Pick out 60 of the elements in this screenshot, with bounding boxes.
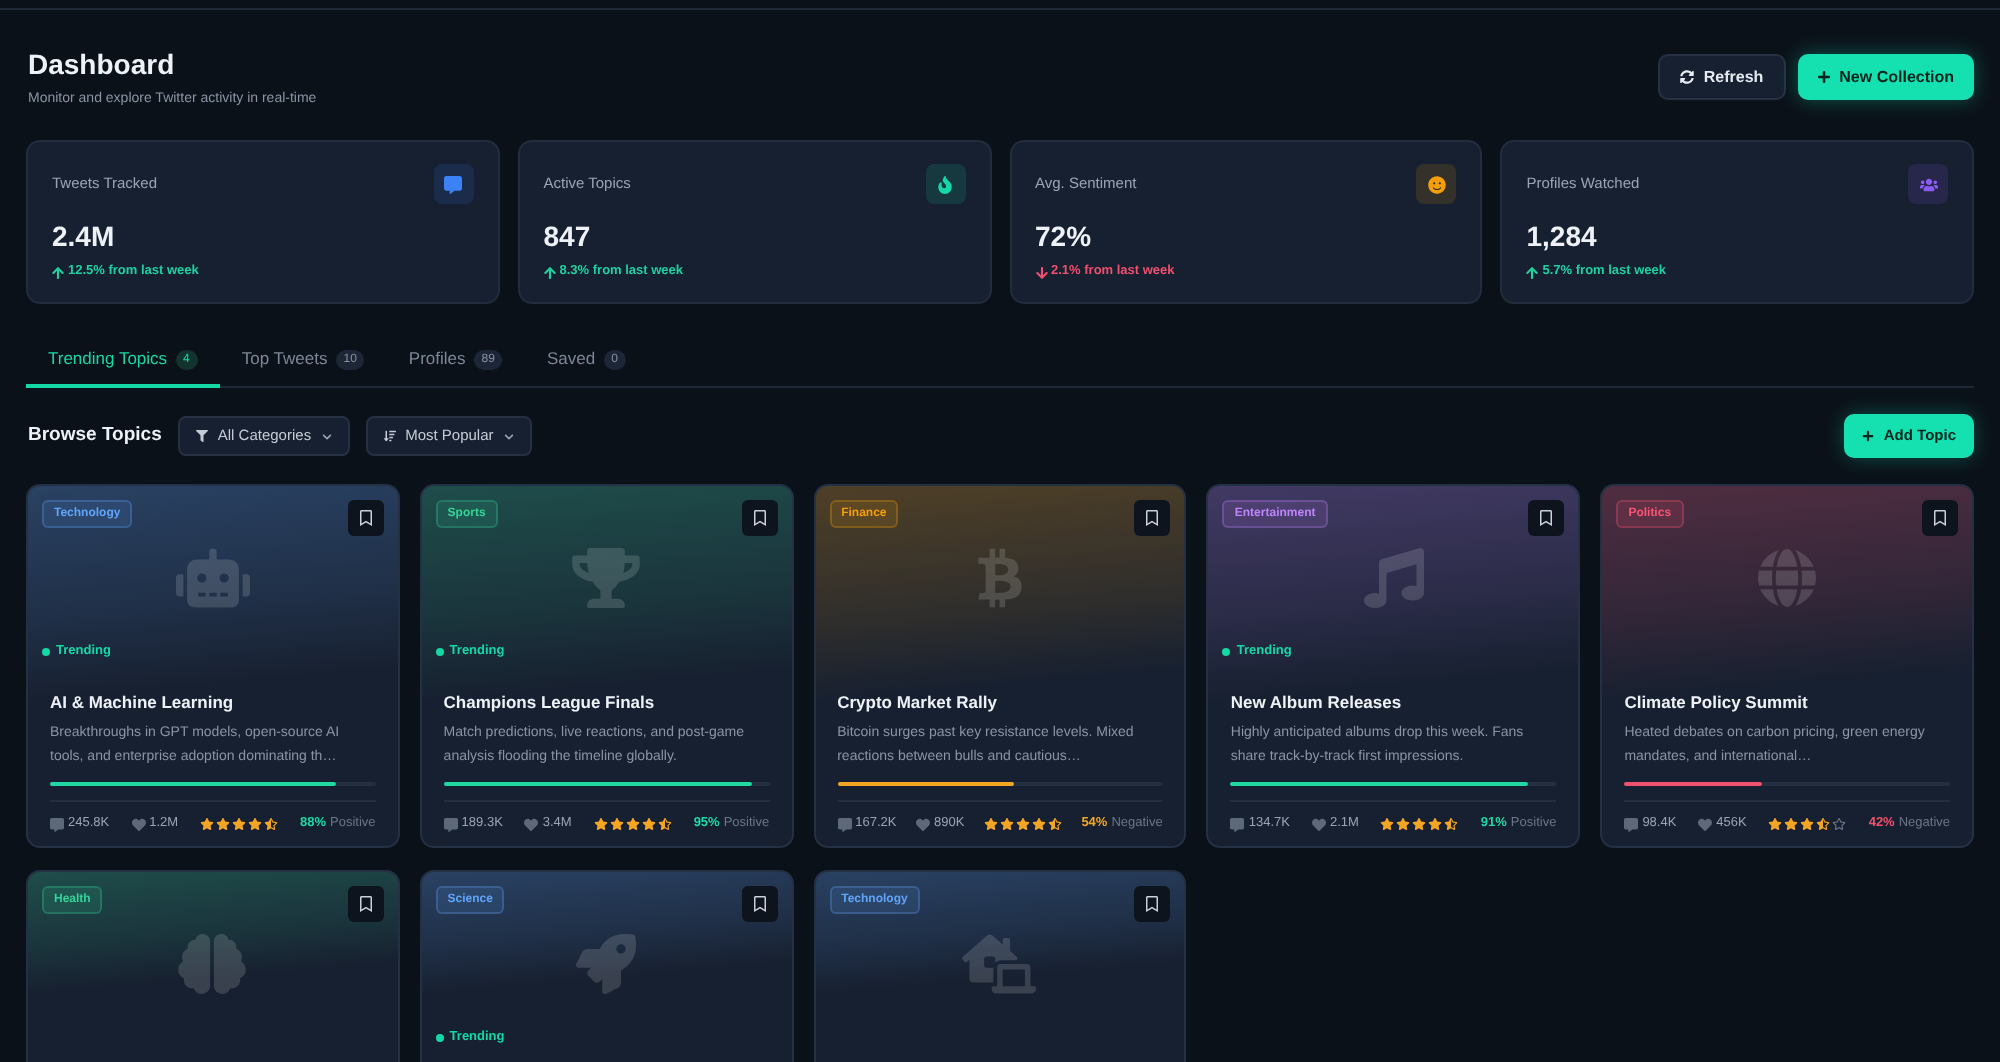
bookmark-button[interactable] bbox=[1134, 500, 1171, 536]
comment-icon bbox=[50, 817, 64, 831]
brain-icon bbox=[178, 934, 247, 994]
topic-title: Climate Policy Summit bbox=[1624, 690, 1810, 714]
half-star-icon bbox=[264, 818, 279, 830]
bookmark-icon bbox=[1146, 896, 1159, 912]
heart-icon bbox=[1698, 817, 1713, 831]
refresh-button[interactable]: Refresh bbox=[1657, 54, 1786, 100]
half-star-icon bbox=[1444, 818, 1459, 830]
bookmark-button[interactable] bbox=[1922, 500, 1958, 536]
heart-icon bbox=[524, 817, 539, 831]
robot-icon bbox=[175, 548, 250, 608]
bookmark-icon bbox=[359, 896, 372, 912]
bookmark-icon bbox=[1540, 510, 1553, 526]
comment-icon bbox=[1624, 817, 1639, 831]
plus-icon bbox=[1817, 70, 1830, 84]
topic-title: AI & Machine Learning bbox=[50, 690, 236, 714]
filter-icon bbox=[195, 430, 208, 442]
globe-icon bbox=[1758, 548, 1817, 608]
half-star-icon bbox=[657, 818, 672, 830]
half-star-icon bbox=[1816, 818, 1831, 830]
star-outline-icon bbox=[1832, 818, 1847, 830]
sort-icon bbox=[383, 430, 396, 442]
bookmark-icon bbox=[1146, 510, 1159, 526]
new-collection-button[interactable]: New Collection bbox=[1797, 54, 1974, 100]
bookmark-button[interactable] bbox=[347, 500, 384, 536]
bookmark-button[interactable] bbox=[741, 886, 778, 922]
bookmark-button[interactable] bbox=[1134, 886, 1171, 922]
stat-value: 72% bbox=[1035, 220, 1094, 254]
bookmark-button[interactable] bbox=[347, 886, 384, 922]
stat-value: 2.4M bbox=[52, 220, 117, 254]
topic-title: New Album Releases bbox=[1230, 690, 1404, 714]
stat-value: 1,284 bbox=[1526, 220, 1599, 254]
music-note-icon bbox=[1363, 548, 1424, 608]
plus-icon bbox=[1861, 430, 1874, 442]
chevron-down-icon bbox=[321, 431, 332, 441]
heart-icon bbox=[1311, 817, 1326, 831]
bookmark-icon bbox=[753, 896, 766, 912]
heart-icon bbox=[915, 817, 930, 831]
rocket-icon bbox=[576, 934, 637, 994]
bookmark-icon bbox=[359, 510, 372, 526]
comment-icon bbox=[443, 817, 458, 831]
house-laptop-icon bbox=[962, 934, 1037, 994]
bookmark-button[interactable] bbox=[741, 500, 778, 536]
topic-title: Champions League Finals bbox=[443, 690, 657, 714]
heart-icon bbox=[131, 817, 146, 831]
bitcoin-icon bbox=[977, 548, 1022, 608]
trophy-icon bbox=[572, 548, 641, 608]
comment-icon bbox=[837, 817, 852, 831]
topic-title: Crypto Market Rally bbox=[837, 690, 999, 714]
section-title: Browse Topics bbox=[26, 421, 162, 450]
half-star-icon bbox=[1047, 818, 1062, 830]
bookmark-button[interactable] bbox=[1528, 500, 1565, 536]
bookmark-icon bbox=[1934, 510, 1946, 526]
refresh-icon bbox=[1679, 70, 1694, 84]
page-title: Dashboard bbox=[28, 46, 177, 82]
bookmark-icon bbox=[753, 510, 766, 526]
comment-icon bbox=[1230, 817, 1245, 831]
chevron-down-icon bbox=[503, 431, 514, 441]
stat-value: 847 bbox=[543, 220, 593, 254]
